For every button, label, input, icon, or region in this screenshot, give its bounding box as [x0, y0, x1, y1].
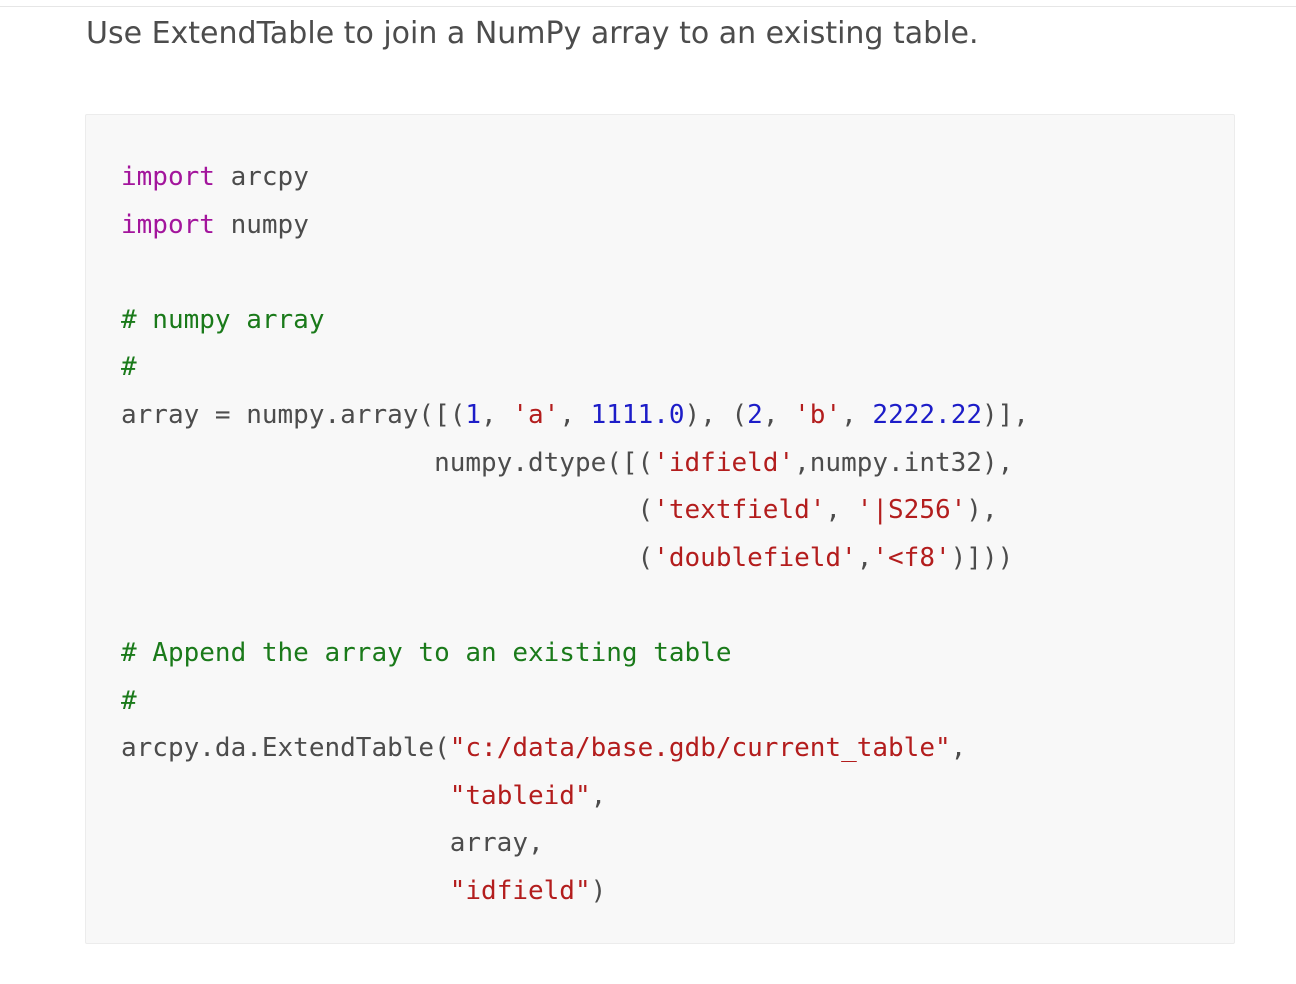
string-token: "c:/data/base.gdb/current_table": [449, 733, 951, 764]
code-line: arcpy.da.ExtendTable("c:/data/base.gdb/c…: [121, 725, 1029, 773]
code-line: #: [121, 344, 1029, 392]
string-token: "tableid": [449, 780, 591, 811]
code-text-token: ): [590, 875, 607, 906]
code-text-token: numpy.dtype([(: [121, 447, 654, 478]
code-line: ('textfield', '|S256'),: [121, 487, 1029, 535]
keyword-token: import: [121, 209, 215, 240]
code-text-token: ), (: [684, 399, 748, 430]
code-text-token: ,: [950, 733, 967, 764]
code-text-token: array,: [121, 828, 544, 859]
code-text-token: ,: [841, 399, 873, 430]
code-line: numpy.dtype([('idfield',numpy.int32),: [121, 440, 1029, 488]
code-line: #: [121, 678, 1029, 726]
code-text-token: (: [121, 495, 654, 526]
code-block: import arcpy import numpy # numpy array # a…: [85, 114, 1235, 944]
code-text-token: ,numpy.int32),: [794, 447, 1014, 478]
code-line: import arcpy: [121, 154, 1029, 202]
keyword-token: import: [121, 162, 215, 192]
code-text-token: array = numpy.array([(: [121, 399, 466, 430]
code-text-token: ,: [825, 495, 857, 526]
string-token: '<f8': [872, 542, 951, 573]
code-text-token: arcpy.da.ExtendTable(: [121, 733, 450, 764]
number-token: 2222.22: [872, 399, 982, 430]
code-listing[interactable]: import arcpy import numpy # numpy array # a…: [121, 154, 1029, 916]
string-token: "idfield": [449, 875, 591, 906]
code-line: "tableid",: [121, 773, 1029, 821]
comment-token: # Append the array to an existing table: [121, 637, 732, 668]
string-token: 'idfield': [653, 447, 795, 478]
number-token: 2: [747, 399, 763, 430]
code-text-token: )],: [982, 399, 1029, 430]
comment-token: # numpy array: [121, 304, 325, 335]
code-text-token: ,: [856, 542, 873, 573]
code-text-token: ,: [762, 399, 795, 430]
code-line: "idfield"): [121, 868, 1029, 916]
code-text-token: ,: [590, 780, 607, 811]
code-text-token: ),: [966, 495, 998, 526]
code-line: # Append the array to an existing table: [121, 630, 1029, 678]
code-text-token: ,: [559, 399, 591, 430]
top-divider: [0, 6, 1296, 7]
number-token: 1: [465, 399, 482, 430]
code-line: ('doublefield','<f8')])): [121, 535, 1029, 583]
code-line: # numpy array: [121, 297, 1029, 345]
number-token: 1111.0: [590, 399, 685, 430]
intro-paragraph: Use ExtendTable to join a NumPy array to…: [86, 16, 979, 51]
comment-token: #: [121, 685, 137, 716]
string-token: 'textfield': [653, 495, 826, 526]
code-line: array = numpy.array([(1, 'a', 1111.0), (…: [121, 392, 1029, 440]
code-text-token: ,: [481, 399, 513, 430]
code-text-token: numpy: [214, 209, 309, 240]
comment-token: #: [121, 352, 137, 383]
code-line: import numpy: [121, 202, 1029, 250]
string-token: 'b': [794, 399, 842, 430]
string-token: '|S256': [856, 495, 967, 526]
code-line: array,: [121, 820, 1029, 868]
code-text-token: (: [121, 542, 654, 573]
code-text-token: )])): [950, 542, 1014, 573]
string-token: 'doublefield': [653, 542, 857, 573]
code-text-token: arcpy: [214, 162, 309, 192]
string-token: 'a': [512, 399, 560, 430]
